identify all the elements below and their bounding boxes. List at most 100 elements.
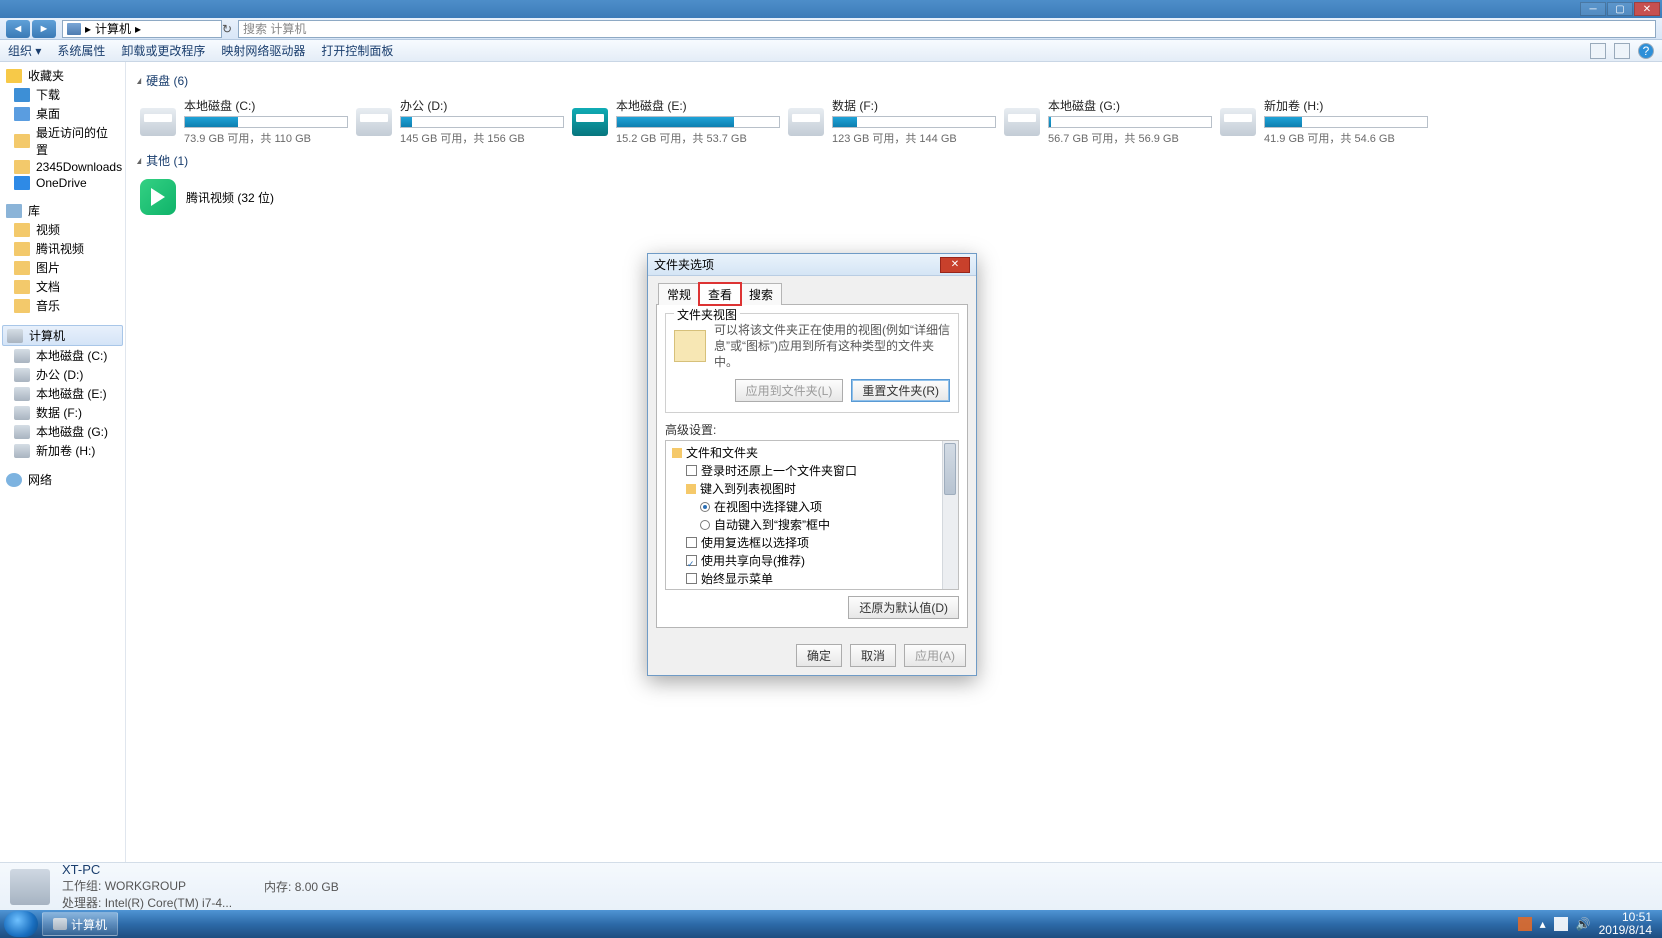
computer-icon: [10, 869, 50, 905]
toolbar-control-panel[interactable]: 打开控制面板: [321, 42, 393, 59]
preview-pane-icon[interactable]: [1614, 43, 1630, 59]
window-titlebar: ─ ▢ ✕: [0, 0, 1662, 18]
sidebar-item-disk-c[interactable]: 本地磁盘 (C:): [0, 346, 125, 365]
drive-icon: [788, 108, 824, 136]
minimize-button[interactable]: ─: [1580, 2, 1606, 16]
breadcrumb-computer[interactable]: 计算机: [95, 20, 131, 37]
picture-icon: [14, 261, 30, 275]
address-bar-row: ◄ ► ▸ 计算机 ▸ ↻ 搜索 计算机: [0, 18, 1662, 40]
tree-label: 登录时还原上一个文件夹窗口: [701, 462, 857, 480]
restore-defaults-button[interactable]: 还原为默认值(D): [848, 596, 959, 619]
sidebar-item-tencent-video[interactable]: 腾讯视频: [0, 239, 125, 258]
tree-row[interactable]: 登录时还原上一个文件夹窗口: [672, 462, 954, 480]
sidebar-item-disk-g[interactable]: 本地磁盘 (G:): [0, 422, 125, 441]
group-header-other[interactable]: 其他 (1): [136, 152, 1652, 169]
drive-usage-bar: [184, 116, 348, 128]
tree-label: 使用复选框以选择项: [701, 534, 809, 552]
checkbox[interactable]: [686, 555, 697, 566]
sidebar-item-disk-f[interactable]: 数据 (F:): [0, 403, 125, 422]
taskbar-app-explorer[interactable]: 计算机: [42, 912, 118, 936]
maximize-button[interactable]: ▢: [1607, 2, 1633, 16]
tray-arrow-icon[interactable]: ▴: [1540, 917, 1546, 931]
drive-item[interactable]: 本地磁盘 (E:)15.2 GB 可用，共 53.7 GB: [568, 95, 784, 148]
breadcrumb-arrow[interactable]: ▸: [135, 22, 141, 36]
tray-ime-icon[interactable]: [1518, 917, 1532, 931]
tree-row[interactable]: 始终显示菜单: [672, 570, 954, 588]
checkbox[interactable]: [686, 537, 697, 548]
scrollbar-thumb[interactable]: [944, 443, 956, 495]
checkbox[interactable]: [686, 465, 697, 476]
sidebar-item-documents[interactable]: 文档: [0, 277, 125, 296]
sidebar-network-header[interactable]: 网络: [0, 470, 125, 489]
nav-forward-button[interactable]: ►: [32, 20, 56, 38]
group-header-hdd[interactable]: 硬盘 (6): [136, 72, 1652, 89]
drive-icon: [356, 108, 392, 136]
sidebar-favorites-header[interactable]: 收藏夹: [0, 66, 125, 85]
advanced-settings-list[interactable]: 文件和文件夹登录时还原上一个文件夹窗口键入到列表视图时在视图中选择键入项自动键入…: [665, 440, 959, 590]
ok-button[interactable]: 确定: [796, 644, 842, 667]
folder-icon: [14, 242, 30, 256]
radio[interactable]: [700, 520, 710, 530]
tab-general[interactable]: 常规: [658, 283, 700, 305]
scrollbar[interactable]: [942, 441, 958, 589]
tray-flag-icon[interactable]: [1554, 917, 1568, 931]
reset-folders-button[interactable]: 重置文件夹(R): [851, 379, 950, 402]
tree-row[interactable]: 在视图中选择键入项: [672, 498, 954, 516]
search-input[interactable]: 搜索 计算机: [238, 20, 1656, 38]
apply-to-folders-button[interactable]: 应用到文件夹(L): [735, 379, 844, 402]
toolbar-system-properties[interactable]: 系统属性: [57, 42, 105, 59]
sidebar-libraries-header[interactable]: 库: [0, 201, 125, 220]
dialog-close-button[interactable]: ✕: [940, 257, 970, 273]
tree-row: 文件和文件夹: [672, 444, 954, 462]
checkbox[interactable]: [686, 573, 697, 584]
drive-item[interactable]: 本地磁盘 (C:)73.9 GB 可用，共 110 GB: [136, 95, 352, 148]
start-button[interactable]: [4, 911, 38, 937]
cancel-button[interactable]: 取消: [850, 644, 896, 667]
toolbar-organize[interactable]: 组织 ▾: [8, 42, 41, 59]
document-icon: [14, 280, 30, 294]
tree-row[interactable]: 始终显示图标，从不显示缩略图: [672, 588, 954, 590]
sidebar-computer-header[interactable]: 计算机: [2, 325, 123, 346]
tree-row[interactable]: 使用复选框以选择项: [672, 534, 954, 552]
music-icon: [14, 299, 30, 313]
tree-row[interactable]: 自动键入到“搜索”框中: [672, 516, 954, 534]
sidebar-item-disk-d[interactable]: 办公 (D:): [0, 365, 125, 384]
sidebar-item-onedrive[interactable]: OneDrive: [0, 175, 125, 191]
video-icon: [14, 223, 30, 237]
tab-view[interactable]: 查看: [699, 283, 741, 305]
view-mode-icon[interactable]: [1590, 43, 1606, 59]
sidebar-item-recent[interactable]: 最近访问的位置: [0, 123, 125, 159]
drive-item[interactable]: 办公 (D:)145 GB 可用，共 156 GB: [352, 95, 568, 148]
toolbar-map-drive[interactable]: 映射网络驱动器: [221, 42, 305, 59]
toolbar-uninstall-programs[interactable]: 卸载或更改程序: [121, 42, 205, 59]
tray-clock[interactable]: 10:512019/8/14: [1599, 911, 1652, 937]
computer-icon: [7, 329, 23, 343]
other-item-tencent-video[interactable]: 腾讯视频 (32 位): [136, 175, 1652, 219]
tree-row[interactable]: 使用共享向导(推荐): [672, 552, 954, 570]
nav-back-button[interactable]: ◄: [6, 20, 30, 38]
sidebar-item-2345downloads[interactable]: 2345Downloads: [0, 159, 125, 175]
tray-volume-icon[interactable]: 🔊: [1576, 917, 1591, 931]
drive-free-text: 15.2 GB 可用，共 53.7 GB: [616, 130, 780, 146]
other-item-label: 腾讯视频 (32 位): [186, 189, 274, 206]
sidebar-item-downloads[interactable]: 下载: [0, 85, 125, 104]
drive-item[interactable]: 数据 (F:)123 GB 可用，共 144 GB: [784, 95, 1000, 148]
apply-button[interactable]: 应用(A): [904, 644, 966, 667]
refresh-icon[interactable]: ↻: [222, 22, 232, 36]
sidebar-item-videos[interactable]: 视频: [0, 220, 125, 239]
drive-item[interactable]: 本地磁盘 (G:)56.7 GB 可用，共 56.9 GB: [1000, 95, 1216, 148]
sidebar-item-pictures[interactable]: 图片: [0, 258, 125, 277]
radio[interactable]: [700, 502, 710, 512]
breadcrumb-arrow[interactable]: ▸: [85, 22, 91, 36]
close-button[interactable]: ✕: [1634, 2, 1660, 16]
drive-item[interactable]: 新加卷 (H:)41.9 GB 可用，共 54.6 GB: [1216, 95, 1432, 148]
tree-label: 自动键入到“搜索”框中: [714, 516, 830, 534]
dialog-titlebar[interactable]: 文件夹选项 ✕: [648, 254, 976, 276]
tab-search[interactable]: 搜索: [740, 283, 782, 305]
sidebar-item-disk-h[interactable]: 新加卷 (H:): [0, 441, 125, 460]
sidebar-item-desktop[interactable]: 桌面: [0, 104, 125, 123]
address-box[interactable]: ▸ 计算机 ▸: [62, 20, 222, 38]
sidebar-item-disk-e[interactable]: 本地磁盘 (E:): [0, 384, 125, 403]
help-icon[interactable]: ?: [1638, 43, 1654, 59]
sidebar-item-music[interactable]: 音乐: [0, 296, 125, 315]
